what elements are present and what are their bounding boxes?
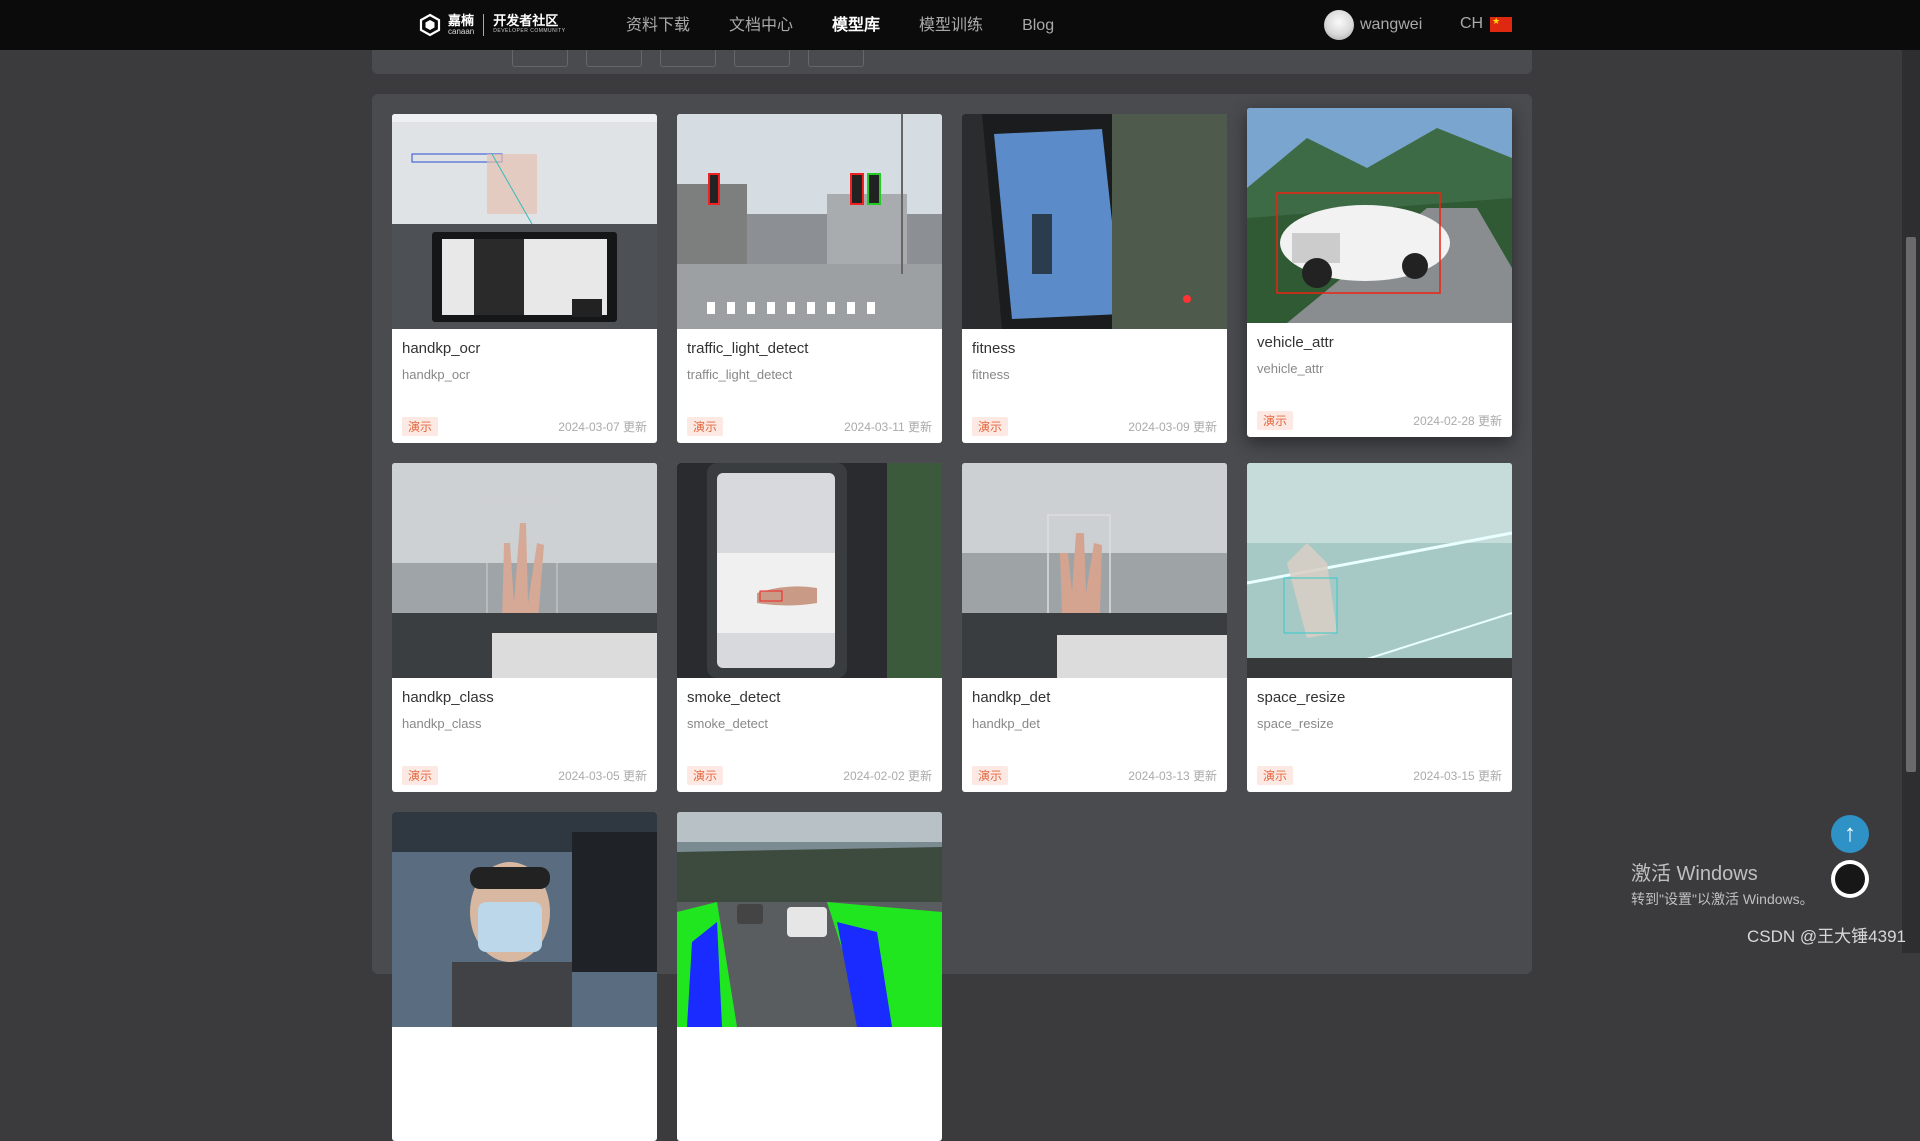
model-subtitle: handkp_ocr — [402, 367, 470, 382]
demo-tag: 演示 — [1257, 411, 1294, 430]
model-subtitle: fitness — [972, 367, 1010, 382]
logo-divider — [483, 14, 485, 36]
model-card[interactable]: space_resize space_resize 演示 2024-03-15 … — [1247, 463, 1512, 792]
update-date: 2024-03-11 更新 — [844, 420, 932, 434]
nav-model-library[interactable]: 模型库 — [832, 0, 880, 50]
demo-tag: 演示 — [972, 417, 1009, 436]
model-title[interactable]: space_resize — [1257, 689, 1345, 706]
model-subtitle: vehicle_attr — [1257, 361, 1324, 376]
windows-activation-watermark: 激活 Windows 转到"设置"以激活 Windows。 — [1631, 857, 1814, 909]
demo-tag: 演示 — [402, 766, 439, 785]
model-thumbnail[interactable] — [392, 114, 657, 329]
filter-chip[interactable] — [586, 50, 642, 67]
username[interactable]: wangwei — [1360, 16, 1422, 34]
model-thumbnail[interactable] — [677, 114, 942, 329]
model-subtitle: smoke_detect — [687, 716, 768, 731]
nav-docs[interactable]: 文档中心 — [729, 0, 793, 50]
language-label[interactable]: CH — [1460, 15, 1483, 33]
arrow-up-icon: ↑ — [1844, 820, 1856, 847]
model-thumbnail[interactable] — [962, 463, 1227, 678]
nav-model-training[interactable]: 模型训练 — [919, 0, 983, 50]
demo-tag: 演示 — [1257, 766, 1294, 785]
model-card[interactable]: smoke_detect smoke_detect 演示 2024-02-02 … — [677, 463, 942, 792]
model-thumbnail[interactable] — [677, 812, 942, 1027]
demo-tag: 演示 — [402, 417, 439, 436]
model-thumbnail[interactable] — [677, 463, 942, 678]
model-title[interactable]: handkp_ocr — [402, 340, 480, 357]
watermark-title: 激活 Windows — [1631, 863, 1758, 885]
model-subtitle: traffic_light_detect — [687, 367, 793, 382]
model-thumbnail[interactable] — [392, 463, 657, 678]
filter-chip[interactable] — [808, 50, 864, 67]
language-switch[interactable]: CH — [1460, 15, 1513, 33]
model-thumbnail[interactable] — [1247, 463, 1512, 678]
main-nav: 资料下载 文档中心 模型库 模型训练 Blog — [626, 0, 1093, 50]
brand-community: 开发者社区 DEVELOPER COMMUNITY — [493, 12, 566, 34]
nav-blog[interactable]: Blog — [1022, 0, 1054, 50]
watermark-subtitle: 转到"设置"以激活 Windows。 — [1631, 891, 1814, 907]
model-card[interactable]: handkp_det handkp_det 演示 2024-03-13 更新 — [962, 463, 1227, 792]
model-title[interactable]: fitness — [972, 340, 1015, 357]
filter-chip[interactable] — [512, 50, 568, 67]
model-card[interactable]: handkp_ocr handkp_ocr 演示 2024-03-07 更新 — [392, 114, 657, 443]
model-title[interactable]: handkp_class — [402, 689, 494, 706]
back-to-top-button[interactable]: ↑ — [1831, 815, 1869, 853]
user-menu[interactable]: wangwei — [1324, 10, 1422, 40]
model-thumbnail[interactable] — [962, 114, 1227, 329]
update-date: 2024-03-05 更新 — [558, 769, 647, 783]
github-button[interactable] — [1831, 860, 1869, 898]
model-card[interactable]: traffic_light_detect traffic_light_detec… — [677, 114, 942, 443]
model-subtitle: space_resize — [1257, 716, 1334, 731]
update-date: 2024-02-02 更新 — [843, 769, 932, 783]
canaan-logo-icon — [419, 13, 441, 37]
brand-name: 嘉楠 canaan — [448, 12, 475, 36]
nav-downloads[interactable]: 资料下载 — [626, 0, 690, 50]
filter-chip[interactable] — [734, 50, 790, 67]
model-title[interactable]: vehicle_attr — [1257, 334, 1334, 351]
site-logo[interactable]: 嘉楠 canaan 开发者社区 DEVELOPER COMMUNITY — [418, 12, 566, 38]
update-date: 2024-03-09 更新 — [1128, 420, 1217, 434]
github-icon — [1835, 864, 1865, 894]
china-flag-icon — [1490, 16, 1513, 32]
update-date: 2024-03-13 更新 — [1128, 769, 1217, 783]
model-card[interactable] — [392, 812, 657, 1141]
filter-chip[interactable] — [660, 50, 716, 67]
model-card[interactable]: fitness fitness 演示 2024-03-09 更新 — [962, 114, 1227, 443]
model-title[interactable]: smoke_detect — [687, 689, 780, 706]
update-date: 2024-03-15 更新 — [1413, 769, 1502, 783]
model-thumbnail[interactable] — [392, 812, 657, 1027]
model-title[interactable]: handkp_det — [972, 689, 1050, 706]
top-navbar: 嘉楠 canaan 开发者社区 DEVELOPER COMMUNITY 资料下载… — [0, 0, 1920, 50]
demo-tag: 演示 — [972, 766, 1009, 785]
model-subtitle: handkp_class — [402, 716, 482, 731]
model-card[interactable]: vehicle_attr vehicle_attr 演示 2024-02-28 … — [1247, 108, 1512, 437]
model-card[interactable] — [677, 812, 942, 1141]
model-subtitle: handkp_det — [972, 716, 1040, 731]
model-card[interactable]: handkp_class handkp_class 演示 2024-03-05 … — [392, 463, 657, 792]
update-date: 2024-02-28 更新 — [1413, 414, 1502, 428]
model-thumbnail[interactable] — [1247, 108, 1512, 323]
model-title[interactable]: traffic_light_detect — [687, 340, 808, 357]
update-date: 2024-03-07 更新 — [558, 420, 647, 434]
model-list-panel: handkp_ocr handkp_ocr 演示 2024-03-07 更新 t… — [372, 94, 1532, 1141]
avatar[interactable] — [1324, 10, 1354, 40]
csdn-watermark: CSDN @王大锤4391 — [1747, 927, 1906, 946]
scrollbar-thumb[interactable] — [1906, 237, 1916, 772]
demo-tag: 演示 — [687, 417, 724, 436]
demo-tag: 演示 — [687, 766, 724, 785]
